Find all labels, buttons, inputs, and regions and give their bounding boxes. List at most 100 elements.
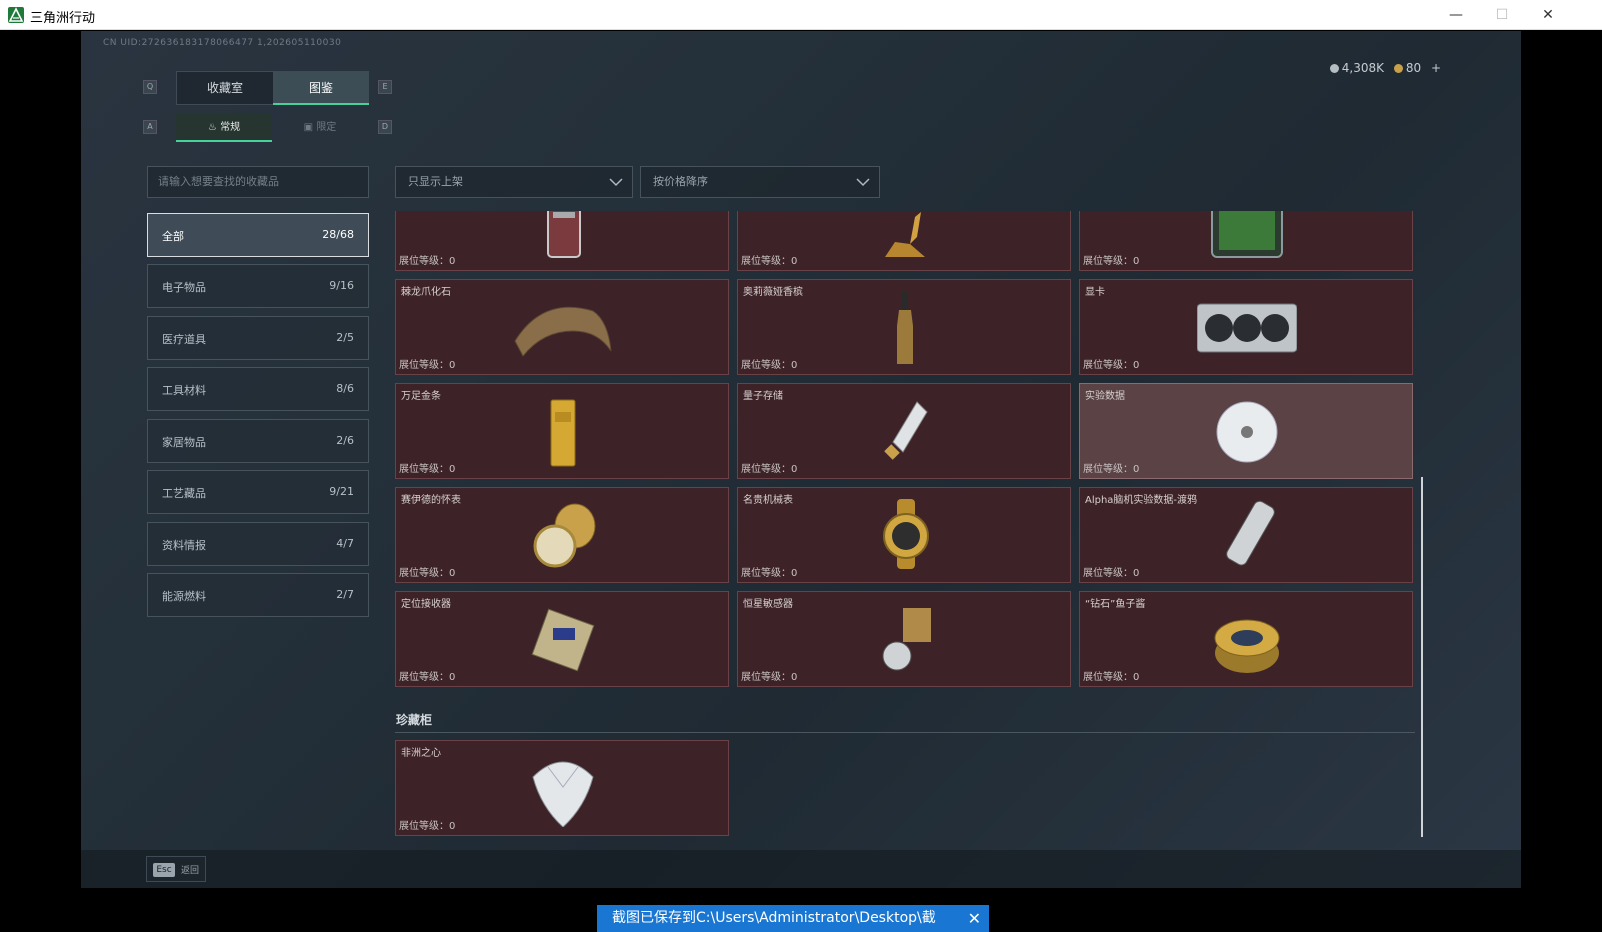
app-window: 三角洲行动 — ☐ ✕ CN UID:272636183178066477 1,… [0,0,1602,932]
pocket-watch-icon [533,503,596,568]
item-level: 展位等级：0 [1083,360,1140,371]
receiver-icon [531,608,595,672]
item-name: 恒星敏感器 [743,599,793,610]
chevron-down-icon [856,178,870,187]
champagne-icon [897,292,913,364]
esc-key-hint: Esc [153,863,175,877]
add-currency-button[interactable]: + [1431,61,1441,75]
category-medical[interactable]: 医疗道具 2/5 [147,316,369,360]
category-label: 全部 [162,230,184,243]
shelf-filter-dropdown[interactable]: 只显示上架 [395,166,633,198]
game-viewport: CN UID:272636183178066477 1,202605110030… [81,31,1521,888]
tab-limited[interactable]: ▣ 限定 [272,114,368,142]
category-count: 9/16 [329,279,354,292]
vault-item-card[interactable]: 非洲之心 展位等级：0 [395,740,729,836]
item-card[interactable]: 恒星敏感器 展位等级：0 [737,591,1071,687]
maximize-button[interactable]: ☐ [1479,0,1525,30]
item-card[interactable]: 展位等级：0 [395,211,729,271]
key-q-hint: Q [143,80,157,94]
item-name: 实验数据 [1085,391,1125,402]
category-crafts[interactable]: 工艺藏品 9/21 [147,470,369,514]
tab-limited-label: 限定 [316,122,337,133]
item-card[interactable]: 奥莉薇娅香槟 展位等级：0 [737,279,1071,375]
gold-currency: 80 [1393,61,1422,75]
category-intel[interactable]: 资料情报 4/7 [147,522,369,566]
item-level: 展位等级：0 [399,464,456,475]
chevron-down-icon [609,178,623,187]
category-label: 医疗道具 [162,333,206,346]
toast-close-button[interactable]: ✕ [968,905,981,932]
charger-icon [547,211,581,258]
silver-currency: 4,308K [1329,61,1384,75]
claw-fossil-icon [514,306,612,357]
item-name: 名贵机械表 [743,495,793,506]
scrollbar[interactable] [1421,477,1423,837]
sub-tabs: ♨ 常规 ▣ 限定 [176,114,369,142]
category-label: 电子物品 [162,281,206,294]
silver-amount: 4,308K [1341,61,1384,75]
item-card[interactable]: 赛伊德的怀表 展位等级：0 [395,487,729,583]
close-button[interactable]: ✕ [1525,0,1571,30]
item-card[interactable]: 展位等级：0 [737,211,1071,271]
key-d-hint: D [378,120,392,134]
item-name: Alpha脑机实验数据-渡鸦 [1085,495,1198,506]
app-logo-icon [8,7,24,23]
item-level: 展位等级：0 [399,256,456,267]
item-name: 赛伊德的怀表 [401,495,461,506]
category-count: 2/6 [336,434,354,447]
item-name: 万足金条 [401,391,441,402]
item-name: 量子存储 [743,391,783,402]
item-level: 展位等级：0 [741,464,798,475]
category-household[interactable]: 家居物品 2/6 [147,419,369,463]
data-cylinder-icon [1226,500,1275,566]
golden-deer-icon [885,212,925,257]
sort-dropdown[interactable]: 按价格降序 [640,166,880,198]
category-count: 4/7 [336,537,354,550]
item-level: 展位等级：0 [741,568,798,579]
item-card[interactable]: “钻石”鱼子酱 展位等级：0 [1079,591,1413,687]
gold-coin-icon [1393,64,1403,73]
item-level: 展位等级：0 [1083,256,1140,267]
back-button[interactable]: Esc 返回 [146,856,206,882]
tab-catalog[interactable]: 图鉴 [273,72,369,105]
window-title: 三角洲行动 [30,11,96,26]
item-card[interactable]: 名贵机械表 展位等级：0 [737,487,1071,583]
item-card[interactable]: 量子存储 展位等级：0 [737,383,1071,479]
uid-label: CN UID:272636183178066477 1,202605110030 [103,38,342,48]
item-name: 显卡 [1085,287,1105,298]
circuit-case-icon [1211,211,1283,258]
currency-bar: 4,308K 80 + [1324,61,1441,75]
item-level: 展位等级：0 [741,360,798,371]
search-input[interactable]: 请输入想要查找的收藏品 [147,166,369,198]
toast-message: 截图已保存到C:\Users\Administrator\Desktop\截 [612,910,936,926]
silver-coin-icon [1329,64,1339,73]
category-label: 资料情报 [162,539,206,552]
item-card[interactable]: 棘龙爪化石 展位等级：0 [395,279,729,375]
item-card[interactable]: 显卡 展位等级：0 [1079,279,1413,375]
item-name: 奥莉薇娅香槟 [743,287,803,298]
minimize-button[interactable]: — [1433,0,1479,30]
item-card[interactable]: 万足金条 展位等级：0 [395,383,729,479]
category-count: 8/6 [336,382,354,395]
category-all[interactable]: 全部 28/68 [147,213,369,257]
category-tools[interactable]: 工具材料 8/6 [147,367,369,411]
item-card[interactable]: 展位等级：0 [1079,211,1413,271]
item-level: 展位等级：0 [1083,672,1140,683]
caviar-tin-icon [1214,619,1280,673]
graphics-card-icon [1197,303,1297,353]
main-tabs: 收藏室 图鉴 [176,71,369,105]
flame-icon: ♨ [207,122,217,133]
item-card[interactable]: 实验数据 展位等级：0 [1079,383,1413,479]
wristwatch-icon [883,499,929,569]
item-level: 展位等级：0 [741,672,798,683]
item-card[interactable]: 定位接收器 展位等级：0 [395,591,729,687]
category-energy[interactable]: 能源燃料 2/7 [147,573,369,617]
footer-bar [81,850,1521,888]
tab-normal-label: 常规 [220,122,241,133]
category-electronics[interactable]: 电子物品 9/16 [147,264,369,308]
tab-normal[interactable]: ♨ 常规 [176,114,272,142]
item-level: 展位等级：0 [399,821,456,832]
gold-amount: 80 [1405,61,1422,75]
tab-collection[interactable]: 收藏室 [177,72,273,105]
item-card[interactable]: Alpha脑机实验数据-渡鸦 展位等级：0 [1079,487,1413,583]
